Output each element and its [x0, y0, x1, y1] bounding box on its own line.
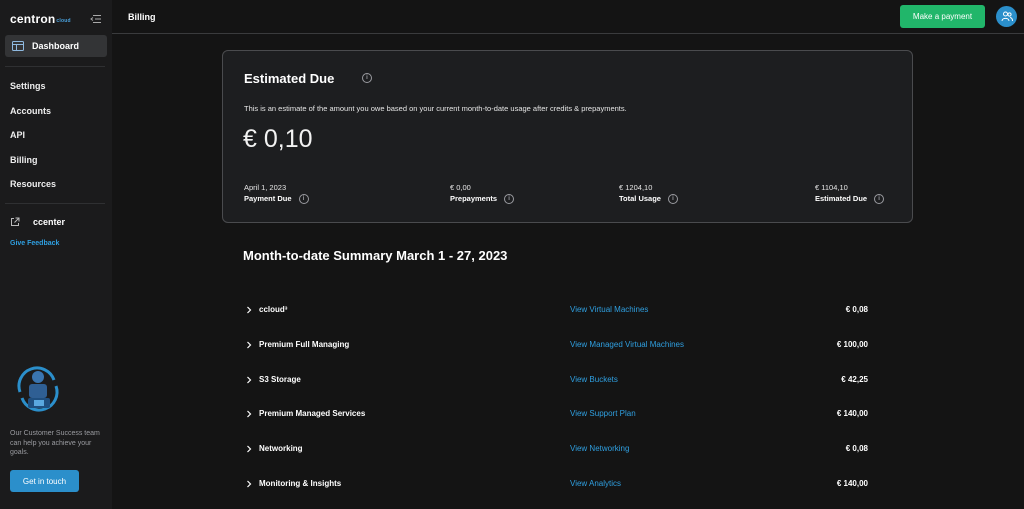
stat-label: Estimated Due	[815, 194, 868, 203]
chevron-right-icon[interactable]	[246, 341, 252, 349]
summary-title: Month-to-date Summary March 1 - 27, 2023	[243, 248, 508, 263]
stat-value: € 1104,10	[815, 183, 848, 192]
row-amount: € 0,08	[845, 444, 868, 453]
row-name: Premium Managed Services	[259, 409, 366, 418]
row-link[interactable]: View Support Plan	[570, 409, 636, 418]
stat-total-usage: € 1204,10 Total Usage i	[619, 182, 678, 204]
info-icon[interactable]: i	[504, 193, 515, 204]
table-row[interactable]: Networking View Networking € 0,08	[246, 443, 870, 457]
info-icon[interactable]: i	[362, 73, 372, 83]
brand-logo[interactable]: centroncloud	[10, 12, 71, 26]
table-row[interactable]: ccloud³ View Virtual Machines € 0,08	[246, 304, 870, 318]
row-amount: € 42,25	[841, 375, 868, 384]
card-title: Estimated Due	[244, 71, 335, 86]
sidebar-item-settings[interactable]: Settings	[10, 81, 46, 91]
row-name: Networking	[259, 444, 303, 453]
make-payment-button[interactable]: Make a payment	[900, 5, 985, 28]
stat-payment-due: April 1, 2023 Payment Due i	[244, 182, 309, 204]
row-name: Monitoring & Insights	[259, 479, 342, 488]
row-link[interactable]: View Managed Virtual Machines	[570, 340, 684, 349]
row-amount: € 0,08	[845, 305, 868, 314]
support-text: Our Customer Success team can help you a…	[10, 430, 100, 456]
stat-label: Payment Due	[244, 194, 292, 203]
sidebar-item-dashboard[interactable]: Dashboard	[5, 35, 107, 57]
table-row[interactable]: Premium Managed Services View Support Pl…	[246, 408, 870, 422]
sidebar-item-accounts[interactable]: Accounts	[10, 106, 51, 116]
chevron-right-icon[interactable]	[246, 376, 252, 384]
stat-estimated-due: € 1104,10 Estimated Due i	[815, 182, 885, 204]
info-icon[interactable]: i	[667, 193, 678, 204]
sidebar-item-label: ccenter	[33, 217, 66, 227]
brand-name: centron	[10, 12, 56, 26]
get-in-touch-button[interactable]: Get in touch	[10, 470, 79, 492]
estimated-due-card: Estimated Due i This is an estimate of t…	[222, 50, 913, 223]
row-link[interactable]: View Networking	[570, 444, 629, 453]
sidebar: centroncloud Dashboard Settings Accounts…	[0, 0, 112, 509]
avatar[interactable]	[996, 6, 1017, 27]
stat-label: Prepayments	[450, 194, 498, 203]
give-feedback-link[interactable]: Give Feedback	[10, 240, 59, 247]
table-row[interactable]: Premium Full Managing View Managed Virtu…	[246, 339, 870, 353]
row-name: ccloud³	[259, 305, 288, 314]
stat-label: Total Usage	[619, 194, 661, 203]
row-amount: € 100,00	[836, 340, 868, 349]
customer-success-illustration	[17, 366, 59, 412]
sidebar-item-billing[interactable]: Billing	[10, 155, 38, 165]
row-link[interactable]: View Analytics	[570, 479, 621, 488]
row-name: S3 Storage	[259, 375, 301, 384]
table-row[interactable]: Monitoring & Insights View Analytics € 1…	[246, 478, 870, 492]
sidebar-item-ccenter[interactable]: ccenter	[10, 217, 65, 227]
sidebar-item-api[interactable]: API	[10, 130, 25, 140]
sidebar-item-resources[interactable]: Resources	[10, 179, 56, 189]
row-amount: € 140,00	[836, 409, 868, 418]
row-amount: € 140,00	[836, 479, 868, 488]
stat-value: € 1204,10	[619, 183, 653, 192]
info-icon[interactable]: i	[874, 193, 885, 204]
chevron-right-icon[interactable]	[246, 306, 252, 314]
row-link[interactable]: View Buckets	[570, 375, 618, 384]
dashboard-icon	[12, 41, 24, 51]
chevron-right-icon[interactable]	[246, 480, 252, 488]
topbar: Billing Make a payment	[112, 0, 1024, 34]
users-icon	[1001, 11, 1013, 22]
stat-value: € 0,00	[450, 183, 471, 192]
row-name: Premium Full Managing	[259, 340, 350, 349]
chevron-right-icon[interactable]	[246, 445, 252, 453]
sidebar-divider	[5, 66, 105, 67]
table-row[interactable]: S3 Storage View Buckets € 42,25	[246, 374, 870, 388]
stat-value: April 1, 2023	[244, 183, 287, 192]
chevron-right-icon[interactable]	[246, 410, 252, 418]
estimated-amount: € 0,10	[243, 125, 313, 153]
sidebar-item-label: Dashboard	[32, 41, 80, 51]
info-icon[interactable]: i	[298, 193, 309, 204]
card-description: This is an estimate of the amount you ow…	[244, 104, 627, 113]
page-title: Billing	[128, 12, 156, 22]
row-link[interactable]: View Virtual Machines	[570, 305, 648, 314]
sidebar-divider	[5, 203, 105, 204]
stat-prepayments: € 0,00 Prepayments i	[450, 182, 515, 204]
external-link-icon	[11, 217, 20, 226]
collapse-menu-icon[interactable]	[90, 14, 101, 24]
brand-sub: cloud	[56, 18, 71, 24]
